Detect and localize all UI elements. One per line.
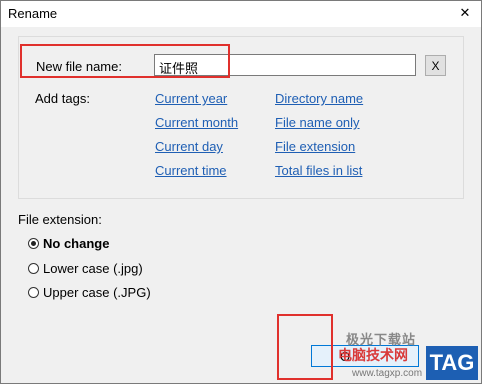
tag-file-name-only[interactable]: File name only	[275, 115, 360, 130]
close-icon[interactable]: ✕	[455, 4, 475, 22]
radio-empty-icon[interactable]	[28, 263, 39, 274]
file-extension-label: File extension:	[18, 212, 102, 227]
watermark-line3: www.tagxp.com	[352, 368, 423, 379]
radio-upper-case-label: Upper case (.JPG)	[43, 285, 151, 300]
clear-name-button[interactable]: X	[425, 55, 446, 76]
tag-current-year[interactable]: Current year	[155, 91, 227, 106]
tag-current-month[interactable]: Current month	[155, 115, 238, 130]
tag-current-day[interactable]: Current day	[155, 139, 223, 154]
tag-current-time[interactable]: Current time	[155, 163, 227, 178]
radio-lower-case[interactable]: Lower case (.jpg)	[28, 261, 143, 276]
radio-no-change-label: No change	[43, 236, 110, 251]
radio-dot-icon	[31, 241, 36, 246]
tag-directory-name[interactable]: Directory name	[275, 91, 363, 106]
radio-upper-case[interactable]: Upper case (.JPG)	[28, 285, 151, 300]
title-bar	[0, 0, 482, 27]
dialog-title: Rename	[8, 6, 58, 21]
watermark-line2: 电脑技术网	[338, 347, 408, 363]
radio-empty-icon[interactable]	[28, 287, 39, 298]
tag-total-files[interactable]: Total files in list	[275, 163, 362, 178]
tag-badge: TAG	[426, 346, 478, 380]
highlight-box-ok	[277, 314, 333, 380]
radio-no-change[interactable]: No change	[28, 236, 109, 251]
radio-lower-case-label: Lower case (.jpg)	[43, 261, 143, 276]
tag-file-extension[interactable]: File extension	[275, 139, 355, 154]
radio-selected-icon[interactable]	[28, 238, 39, 249]
highlight-box-name	[20, 44, 230, 78]
add-tags-label: Add tags:	[35, 91, 90, 106]
